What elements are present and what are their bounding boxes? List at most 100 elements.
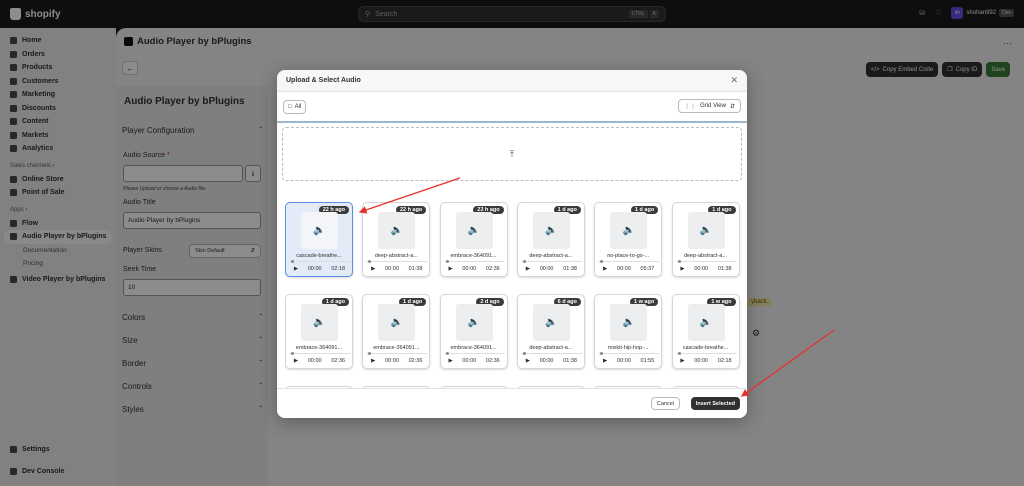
speaker-icon: 🔈 — [622, 225, 635, 236]
audio-card[interactable]: 1 d ago 🔈 embrace-364091... ▶ 00:00 02:36 — [362, 294, 431, 369]
modal-header: Upload & Select Audio ✕ — [277, 70, 747, 92]
filter-all-button[interactable]: □ All — [283, 100, 307, 114]
upload-dropzone[interactable]: ⤒ — [282, 127, 742, 181]
play-icon[interactable]: ▶ — [371, 358, 375, 364]
current-time: 00:00 — [694, 265, 709, 272]
audio-card[interactable]: 1 d ago 🔈 embrace-364091... ▶ 00:00 02:36 — [285, 294, 353, 369]
play-icon[interactable]: ▶ — [603, 358, 607, 364]
audio-file-name: embrace-364091... — [450, 253, 497, 259]
speaker-icon: 🔈 — [545, 225, 558, 236]
duration: 01:38 — [717, 265, 732, 272]
progress-knob[interactable] — [600, 352, 604, 355]
current-time: 00:00 — [539, 265, 554, 272]
current-time: 00:00 — [462, 357, 477, 364]
duration: 01:38 — [408, 265, 423, 272]
duration: 02:18 — [331, 265, 346, 272]
speaker-icon: 🔈 — [390, 317, 404, 328]
speaker-icon: 🔈 — [545, 317, 558, 328]
audio-file-name: no-place-to-go-... — [607, 253, 650, 259]
play-icon[interactable]: ▶ — [526, 266, 530, 272]
audio-thumbnail: 🔈 — [532, 304, 570, 341]
speaker-icon: 🔈 — [699, 317, 713, 328]
progress-knob[interactable] — [445, 260, 449, 263]
audio-file-name: deep-abstract-a... — [374, 253, 418, 259]
speaker-icon: 🔈 — [622, 317, 635, 328]
play-icon[interactable]: ▶ — [448, 358, 452, 364]
duration: 01:38 — [563, 265, 577, 272]
audio-card[interactable]: 22 h ago 🔈 deep-abstract-a... ▶ 00:00 01:38 — [362, 202, 431, 277]
current-time: 00:00 — [307, 357, 322, 364]
play-icon[interactable]: ▶ — [294, 358, 298, 364]
audio-thumbnail: 🔈 — [532, 212, 570, 249]
audio-file-name: cascade-breathe... — [682, 345, 729, 351]
play-icon[interactable]: ▶ — [294, 266, 298, 272]
progress-knob[interactable] — [445, 352, 449, 355]
audio-file-grid: 22 h ago 🔈 cascade-breathe... ▶ 00:00 02:18 22… — [285, 202, 745, 388]
current-time: 00:00 — [694, 357, 709, 364]
progress-knob[interactable] — [600, 260, 604, 263]
audio-card[interactable]: 22 h ago 🔈 cascade-breathe... ▶ 00:00 02:18 — [285, 202, 353, 277]
audio-mini-player: ▶ 00:00 01:55 — [598, 352, 660, 367]
progress-knob[interactable] — [677, 352, 681, 355]
grid-view-toggle[interactable]: ⋮⋮ Grid View ⇵ — [678, 99, 741, 113]
audio-thumbnail: 🔈 — [687, 304, 725, 341]
folder-icon: □ — [288, 104, 292, 110]
duration: 02:36 — [331, 357, 346, 364]
audio-thumbnail: 🔈 — [455, 212, 493, 249]
select-arrows-icon: ⇵ — [729, 103, 735, 110]
audio-mini-player: ▶ 00:00 01:38 — [520, 260, 582, 275]
filter-row: □ All ⋮⋮ Grid View ⇵ — [277, 92, 747, 123]
audio-thumbnail: 🔈 — [378, 304, 416, 341]
audio-card[interactable]: 6 d ago 🔈 deep-abstract-a... ▶ 00:00 01:38 — [516, 294, 585, 369]
play-icon[interactable]: ▶ — [680, 266, 684, 272]
current-time: 00:00 — [307, 265, 322, 272]
audio-file-name: deep-abstract-a... — [683, 253, 728, 259]
audio-file-name: cascade-breathe... — [296, 253, 342, 259]
current-time: 00:00 — [385, 357, 399, 364]
progress-knob[interactable] — [522, 260, 526, 263]
cancel-button[interactable]: Cancel — [650, 397, 680, 410]
speaker-icon: 🔈 — [313, 317, 326, 328]
progress-knob[interactable] — [368, 260, 372, 263]
grid-icon: ⋮⋮ — [684, 103, 697, 110]
current-time: 00:00 — [385, 265, 399, 272]
audio-file-name: embrace-364091... — [373, 345, 420, 351]
duration: 02:36 — [485, 357, 500, 364]
play-icon[interactable]: ▶ — [448, 266, 452, 272]
progress-knob[interactable] — [291, 260, 294, 263]
audio-card[interactable]: 1 w ago 🔈 cascade-breathe... ▶ 00:00 02:18 — [671, 294, 740, 369]
speaker-icon: 🔈 — [467, 317, 481, 328]
play-icon[interactable]: ▶ — [526, 358, 530, 364]
audio-mini-player: ▶ 00:00 02:36 — [443, 260, 505, 275]
audio-mini-player: ▶ 00:00 02:18 — [675, 352, 737, 367]
audio-card[interactable]: 1 d ago 🔈 deep-abstract-a... ▶ 00:00 01:38 — [516, 202, 585, 277]
play-icon[interactable]: ▶ — [603, 266, 607, 272]
audio-card[interactable]: 2 d ago 🔈 embrace-364091... ▶ 00:00 02:36 — [439, 294, 508, 369]
audio-card[interactable]: 1 d ago 🔈 no-place-to-go-... ▶ 00:00 05:37 — [594, 202, 663, 277]
modal-title: Upload & Select Audio — [286, 77, 361, 84]
audio-file-name: mixkit-hip-hop-... — [607, 345, 649, 351]
close-icon[interactable]: ✕ — [730, 75, 738, 86]
audio-card[interactable]: 23 h ago 🔈 embrace-364091... ▶ 00:00 02:36 — [439, 202, 508, 277]
duration: 02:36 — [408, 357, 423, 364]
current-time: 00:00 — [539, 357, 554, 364]
audio-card[interactable]: 1 w ago 🔈 mixkit-hip-hop-... ▶ 00:00 01:55 — [594, 294, 663, 369]
duration: 02:36 — [485, 265, 500, 272]
progress-knob[interactable] — [522, 352, 526, 355]
insert-selected-button[interactable]: Insert Selected — [690, 397, 740, 410]
play-icon[interactable]: ▶ — [371, 266, 375, 272]
modal-footer: Cancel Insert Selected — [277, 388, 747, 418]
progress-knob[interactable] — [291, 352, 294, 355]
duration: 01:55 — [640, 357, 655, 364]
duration: 01:38 — [563, 357, 577, 364]
audio-thumbnail: 🔈 — [378, 212, 416, 249]
audio-mini-player: ▶ 00:00 02:36 — [289, 352, 350, 367]
progress-knob[interactable] — [677, 260, 681, 263]
audio-mini-player: ▶ 00:00 02:36 — [443, 352, 505, 367]
audio-thumbnail: 🔈 — [301, 304, 338, 341]
play-icon[interactable]: ▶ — [680, 358, 684, 364]
progress-knob[interactable] — [368, 352, 372, 355]
upload-select-audio-modal: Upload & Select Audio ✕ □ All ⋮⋮ Grid View… — [277, 70, 747, 418]
audio-card[interactable]: 1 d ago 🔈 deep-abstract-a... ▶ 00:00 01:38 — [671, 202, 740, 277]
duration: 02:18 — [717, 357, 732, 364]
